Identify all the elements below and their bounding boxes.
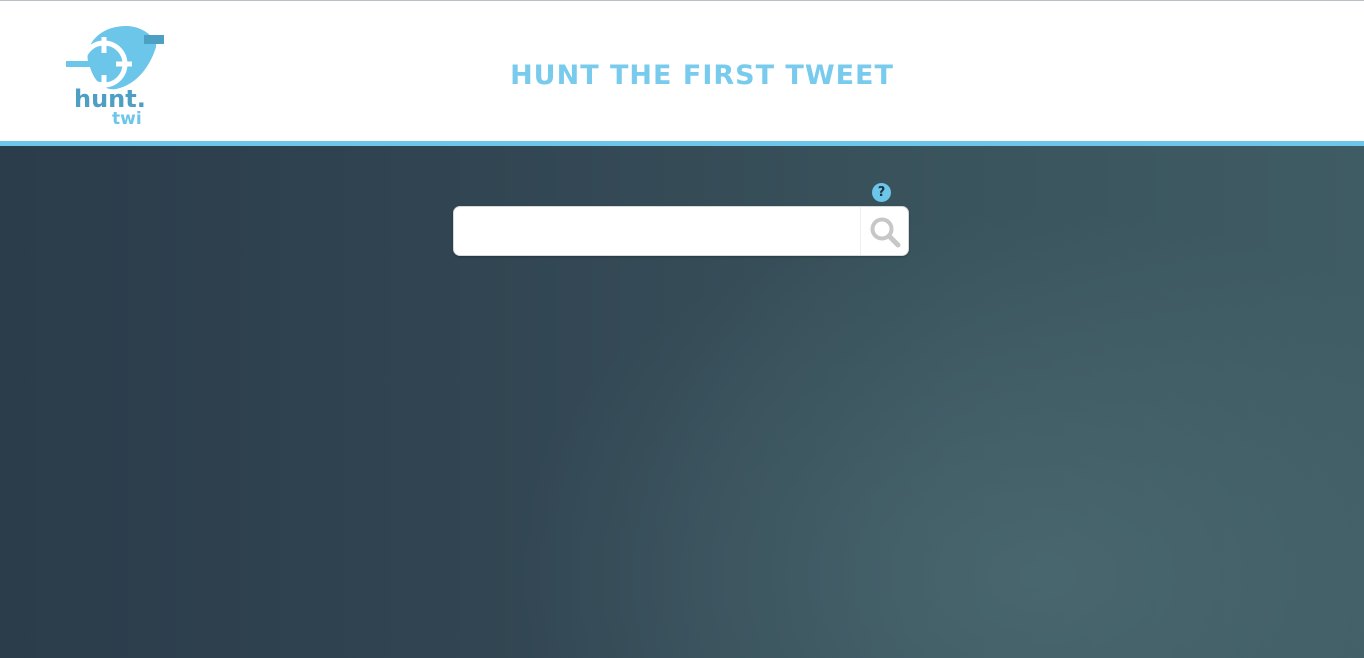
- page: hunt. twi HUNT THE FIRST TWEET ?: [0, 0, 1364, 658]
- page-title: HUNT THE FIRST TWEET: [510, 60, 894, 91]
- help-icon[interactable]: ?: [872, 183, 891, 202]
- logo-word-bottom: twi: [112, 109, 142, 129]
- search-box: [453, 206, 909, 256]
- search-input[interactable]: [464, 215, 858, 249]
- header: hunt. twi HUNT THE FIRST TWEET: [0, 0, 1364, 141]
- search-icon: [870, 217, 901, 248]
- search-button[interactable]: [860, 207, 908, 255]
